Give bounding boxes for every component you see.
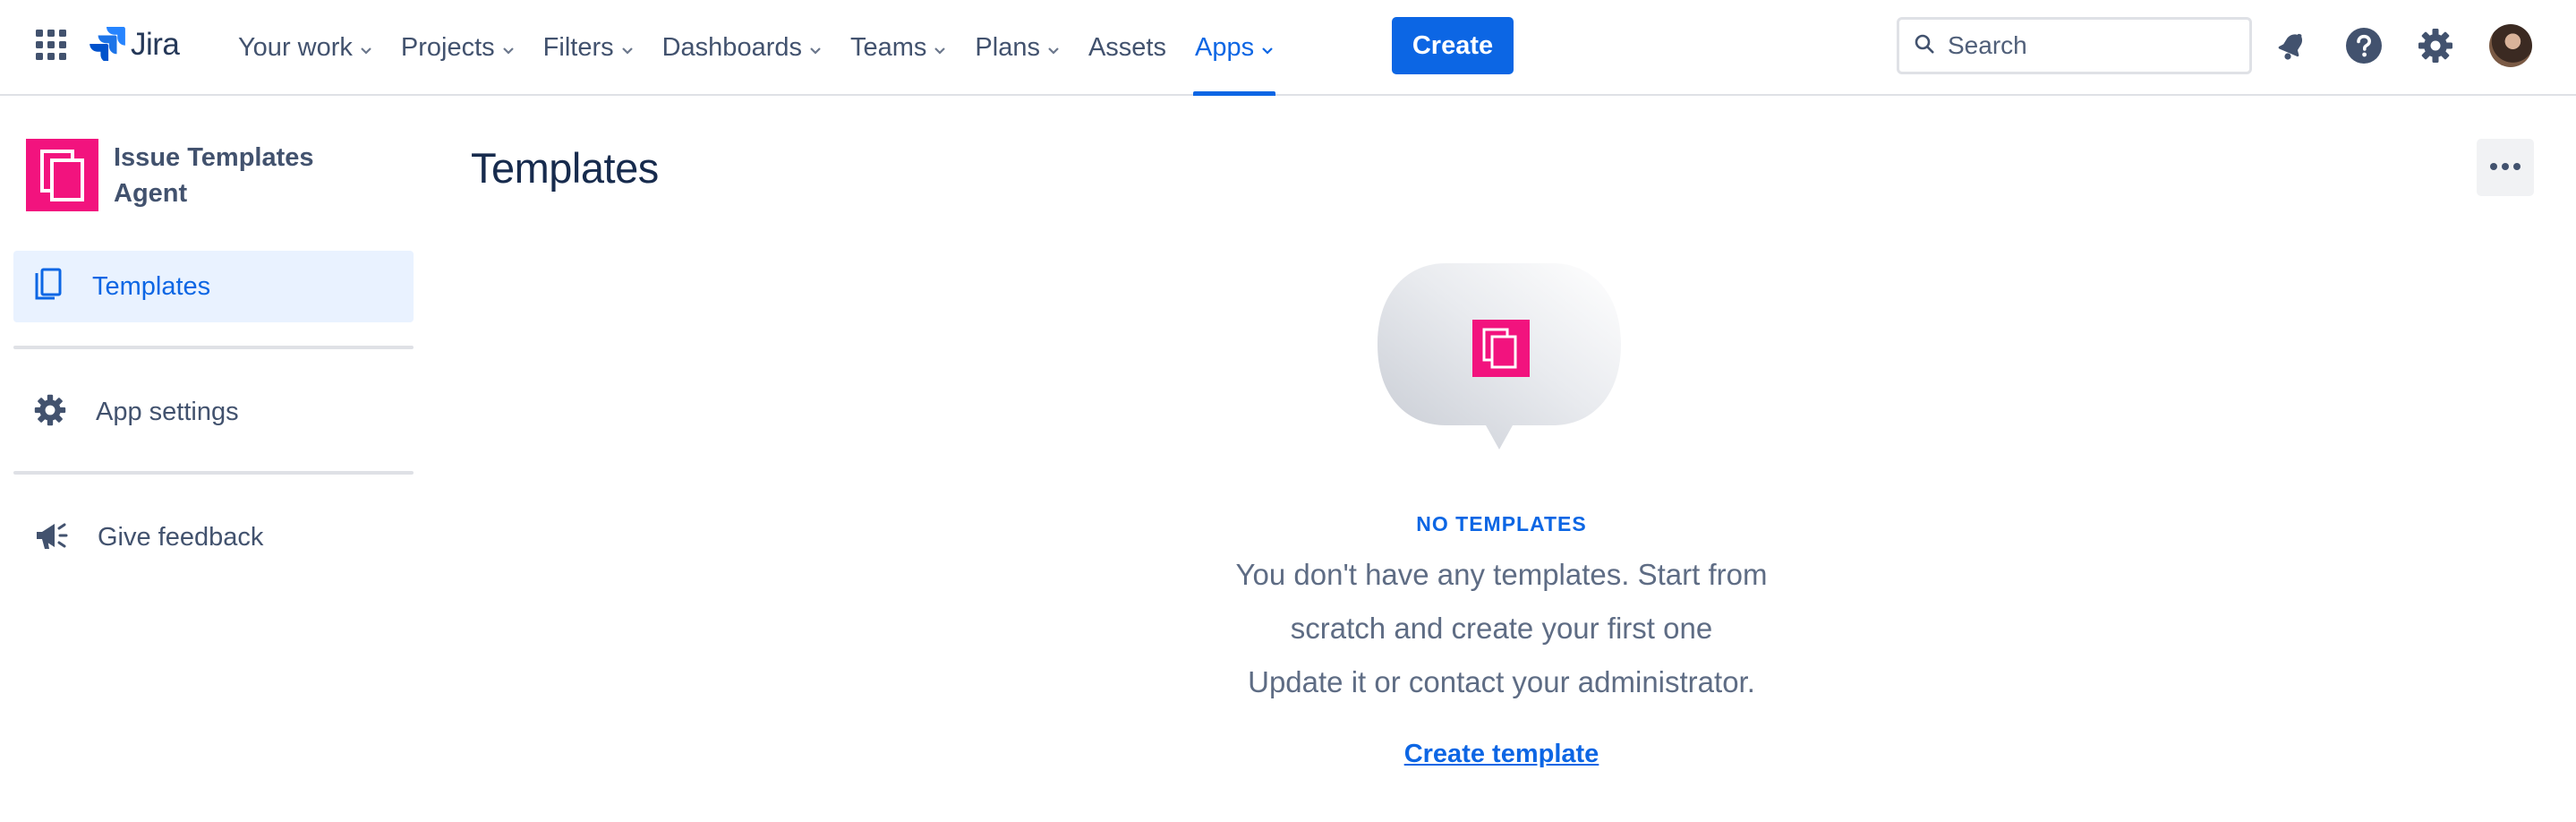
sidebar-divider — [13, 471, 414, 475]
sidebar-item-give-feedback[interactable]: Give feedback — [13, 501, 414, 573]
empty-state-line: You don't have any templates. Start from — [1235, 558, 1768, 591]
avatar[interactable] — [2489, 24, 2532, 67]
create-button[interactable]: Create — [1392, 17, 1514, 74]
empty-state-line: scratch and create your first one — [1290, 612, 1713, 645]
jira-logo-icon — [90, 25, 125, 65]
chevron-down-icon — [1047, 33, 1060, 63]
nav-label: Plans — [975, 33, 1040, 62]
settings-icon[interactable] — [2415, 25, 2456, 66]
nav-label: Filters — [542, 33, 614, 62]
nav-assets[interactable]: Assets — [1074, 0, 1181, 96]
app-switcher-icon[interactable] — [34, 28, 68, 62]
chevron-down-icon — [934, 33, 946, 63]
jira-logo-text: Jira — [131, 27, 180, 62]
top-navigation: Jira Your work Projects Filters Dashboar… — [0, 0, 2576, 96]
nav-label: Your work — [238, 33, 353, 62]
app-title: Issue Templates Agent — [114, 142, 314, 208]
nav-label: Teams — [849, 33, 927, 62]
chevron-down-icon — [809, 33, 822, 63]
app-header: Issue Templates Agent — [26, 139, 346, 211]
sidebar-item-app-settings[interactable]: App settings — [13, 376, 414, 448]
sidebar-divider — [13, 346, 414, 349]
chevron-down-icon — [621, 33, 634, 63]
nav-apps[interactable]: Apps — [1181, 0, 1288, 96]
nav-dashboards[interactable]: Dashboards — [648, 0, 836, 96]
nav-label: Apps — [1194, 33, 1255, 62]
more-icon — [2489, 159, 2521, 176]
more-actions-button[interactable] — [2477, 139, 2534, 196]
sidebar-item-templates[interactable]: Templates — [13, 251, 414, 322]
help-icon[interactable] — [2343, 25, 2384, 66]
nav-your-work[interactable]: Your work — [224, 0, 387, 96]
empty-state-illustration — [1376, 261, 1623, 458]
notifications-icon[interactable] — [2272, 25, 2313, 66]
primary-nav: Your work Projects Filters Dashboards Te… — [224, 0, 1288, 96]
chevron-down-icon — [360, 33, 372, 63]
nav-label: Projects — [400, 33, 495, 62]
gear-icon — [33, 393, 67, 432]
search-field[interactable] — [1897, 17, 2252, 74]
search-icon — [1914, 33, 1935, 59]
empty-state-description: You don't have any templates. Start from… — [1190, 548, 1813, 709]
issue-templates-logo-icon — [26, 139, 98, 211]
page-title: Templates — [471, 144, 659, 192]
chevron-down-icon — [502, 33, 515, 63]
sidebar: Issue Templates Agent Templates App sett… — [0, 97, 421, 822]
nav-label: Dashboards — [661, 33, 802, 62]
sidebar-item-label: Give feedback — [98, 522, 264, 552]
nav-teams[interactable]: Teams — [836, 0, 960, 96]
sidebar-item-label: App settings — [96, 397, 239, 426]
megaphone-icon — [33, 518, 69, 558]
templates-icon — [33, 268, 64, 306]
empty-state-heading: NO TEMPLATES — [1416, 512, 1587, 535]
empty-state-line: Update it or contact your administrator. — [1248, 665, 1755, 698]
nav-plans[interactable]: Plans — [960, 0, 1074, 96]
search-input[interactable] — [1948, 31, 2234, 60]
chevron-down-icon — [1261, 33, 1274, 63]
jira-logo[interactable]: Jira — [90, 25, 180, 65]
nav-filters[interactable]: Filters — [529, 0, 648, 96]
nav-projects[interactable]: Projects — [387, 0, 529, 96]
create-template-link[interactable]: Create template — [1253, 740, 1750, 769]
sidebar-item-label: Templates — [92, 271, 211, 301]
nav-label: Assets — [1088, 33, 1166, 62]
